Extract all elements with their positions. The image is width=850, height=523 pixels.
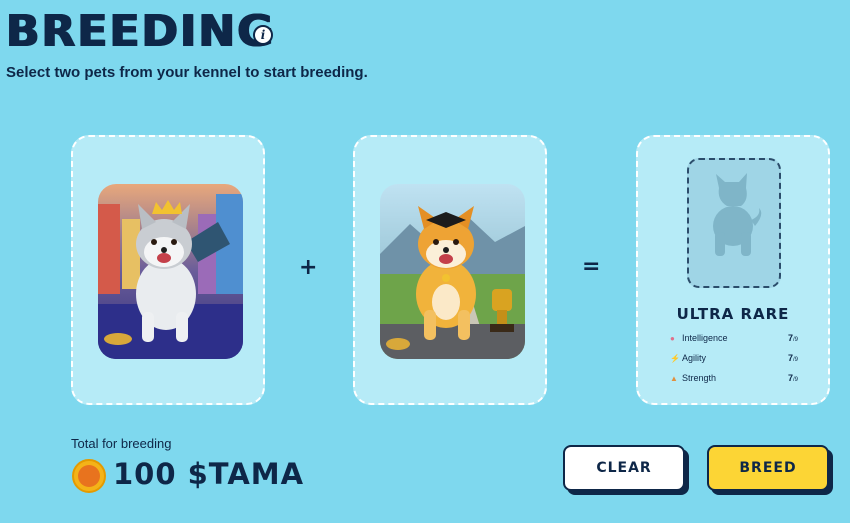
pet-image-1 xyxy=(98,184,243,359)
page-subtitle: Select two pets from your kennel to star… xyxy=(6,64,368,81)
brain-icon: ● xyxy=(670,333,675,343)
page-title: BREEDING xyxy=(6,6,276,57)
muscle-icon: ▲ xyxy=(670,373,678,383)
parent-slot-2[interactable] xyxy=(353,135,547,405)
pet-image-2 xyxy=(380,184,525,359)
stat-value: 7/9 xyxy=(787,373,798,383)
plus-operator: + xyxy=(299,255,318,280)
clear-button[interactable]: CLEAR xyxy=(563,445,685,491)
tama-coin-icon xyxy=(72,459,106,493)
stat-value: 7/9 xyxy=(787,333,798,343)
stat-row-strength: ▲ Strength 7/9 xyxy=(670,371,798,385)
stat-name: Agility xyxy=(682,353,707,363)
stat-row-intelligence: ● Intelligence 7/9 xyxy=(670,331,798,345)
lightning-icon: ⚡ xyxy=(670,353,680,363)
equals-operator: = xyxy=(582,254,601,279)
offspring-result-card: ULTRA RARE ● Intelligence 7/9 ⚡ Agility … xyxy=(636,135,830,405)
stat-name: Intelligence xyxy=(682,333,728,343)
rarity-label: ULTRA RARE xyxy=(676,305,790,323)
dog-silhouette-icon xyxy=(713,173,762,256)
stat-name: Strength xyxy=(682,373,717,383)
info-icon[interactable]: i xyxy=(253,25,273,45)
total-label: Total for breeding xyxy=(71,436,172,451)
breed-button[interactable]: BREED xyxy=(707,445,829,491)
parent-slot-1[interactable] xyxy=(71,135,265,405)
stat-value: 7/9 xyxy=(787,353,798,363)
mystery-pet-placeholder xyxy=(687,158,781,288)
total-amount: 100 $TAMA xyxy=(113,457,305,491)
stat-row-agility: ⚡ Agility 7/9 xyxy=(670,351,798,365)
